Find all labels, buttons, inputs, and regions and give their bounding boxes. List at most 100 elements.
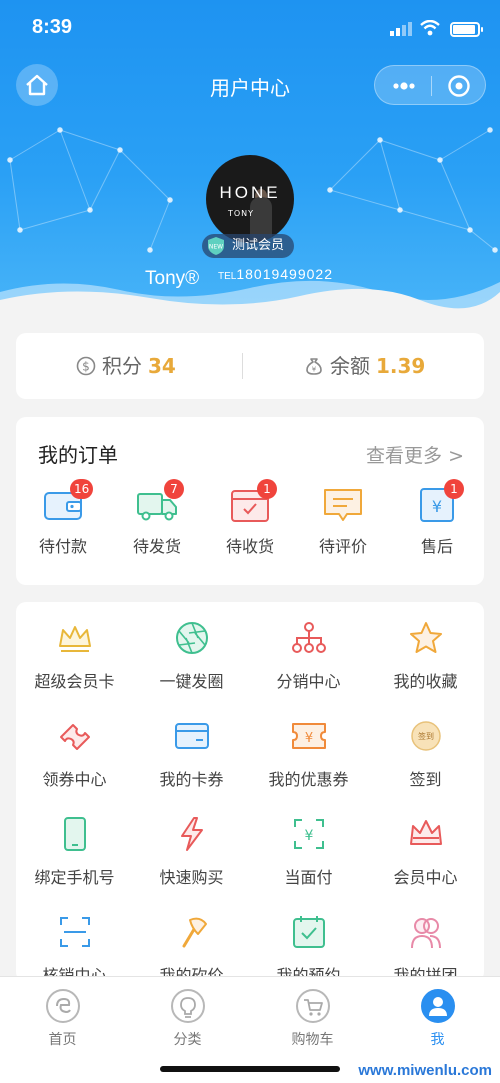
avatar[interactable]: HONE TONY [206, 155, 294, 243]
svg-text:¥: ¥ [312, 366, 317, 374]
checkin-icon: 签到 [410, 721, 441, 751]
order-pending-shipment[interactable]: 7 待发货 [112, 479, 202, 557]
coupon-yen-icon: ¥ [291, 723, 326, 749]
home-icon [45, 989, 80, 1023]
battery-icon [450, 22, 483, 37]
home-button[interactable] [16, 64, 58, 106]
feature-label: 我的卡券 [159, 770, 224, 789]
calendar-check-icon [292, 916, 325, 948]
wifi-icon [420, 20, 440, 36]
avatar-brand-text: HONE [219, 183, 281, 202]
home-indicator [160, 1066, 340, 1072]
order-count-badge: 16 [70, 479, 94, 499]
more-options-icon[interactable] [389, 74, 419, 98]
status-bar: 8:39 [0, 14, 500, 48]
feature-label: 一键发圈 [159, 672, 224, 691]
mini-program-capsule [374, 65, 486, 105]
feature-label: 绑定手机号 [34, 868, 115, 887]
balance-value: 1.39 [376, 354, 426, 378]
feature-member-center[interactable]: 会员中心 [367, 816, 484, 888]
site-watermark: www.miwenlu.com [358, 1062, 492, 1079]
tab-category[interactable]: 分类 [125, 989, 250, 1049]
order-status-label: 售后 [420, 537, 453, 556]
balance-label: 余额 [330, 354, 370, 378]
feature-label: 我的优惠券 [268, 770, 349, 789]
order-status-label: 待发货 [132, 537, 181, 556]
capsule-divider [431, 76, 432, 96]
svg-text:¥: ¥ [432, 497, 442, 516]
lightning-icon [180, 817, 203, 851]
scan-pay-icon: ¥ [293, 819, 324, 849]
status-time: 8:39 [32, 16, 73, 38]
avatar-sub-text: TONY [228, 209, 255, 218]
svg-text:¥: ¥ [304, 731, 312, 746]
group-icon [410, 918, 441, 949]
orders-title: 我的订单 [38, 443, 118, 467]
tab-home[interactable]: 首页 [0, 989, 125, 1049]
feature-coupon-center[interactable]: 领券中心 [16, 718, 133, 790]
aperture-icon [175, 622, 208, 654]
svg-text:$: $ [82, 360, 90, 374]
balance-entry[interactable]: ¥ 余额 1.39 [304, 353, 425, 379]
my-orders-card: 我的订单 查看更多 > 16 待付款 7 待发货 1 待收货 待评价 ¥ 1 售… [16, 417, 484, 585]
points-label: 积分 [102, 354, 142, 378]
feature-label: 领券中心 [42, 770, 107, 789]
feature-check-in[interactable]: 签到 签到 [367, 718, 484, 790]
tab-me[interactable]: 我 [375, 989, 500, 1049]
feature-label: 快速购买 [159, 868, 224, 887]
feature-quick-buy[interactable]: 快速购买 [133, 816, 250, 888]
tab-label: 购物车 [291, 1032, 334, 1048]
feature-distribution-center[interactable]: 分销中心 [250, 620, 367, 692]
feature-super-member-card[interactable]: 超级会员卡 [16, 620, 133, 692]
money-bag-icon: ¥ [306, 358, 322, 375]
tab-label: 分类 [173, 1032, 202, 1048]
profile-header: 8:39 用户中心 HONE TONY NEW 测试会员 Tony® TEL18… [0, 0, 500, 315]
cellular-signal-icon [390, 22, 412, 36]
feature-label: 我的收藏 [393, 672, 458, 691]
axe-icon [182, 917, 207, 948]
feature-one-click-share[interactable]: 一键发圈 [133, 620, 250, 692]
feature-bind-phone[interactable]: 绑定手机号 [16, 816, 133, 888]
feature-my-cards[interactable]: 我的卡券 [133, 718, 250, 790]
tab-cart[interactable]: 购物车 [250, 989, 375, 1049]
tab-label: 首页 [48, 1032, 77, 1048]
order-status-label: 待评价 [318, 537, 367, 556]
page-title: 用户中心 [210, 76, 290, 100]
points-balance-card: $ 积分 34 ¥ 余额 1.39 [16, 333, 484, 399]
order-count-badge: 1 [257, 479, 277, 499]
view-more-orders-link[interactable]: 查看更多 > [366, 441, 464, 468]
close-mini-program-icon[interactable] [447, 74, 471, 98]
new-shield-icon: NEW [208, 237, 224, 255]
feature-my-favorites[interactable]: 我的收藏 [367, 620, 484, 692]
comment-icon [324, 489, 362, 521]
wave-decoration [0, 280, 500, 315]
ticket-icon [59, 724, 90, 750]
points-entry[interactable]: $ 积分 34 [76, 353, 176, 379]
feature-face-to-face-pay[interactable]: ¥ 当面付 [250, 816, 367, 888]
feature-label: 签到 [409, 770, 442, 789]
feature-my-coupons[interactable]: ¥ 我的优惠券 [250, 718, 367, 790]
order-count-badge: 1 [444, 479, 464, 499]
tab-label: 我 [430, 1032, 445, 1048]
crown-icon [58, 626, 91, 652]
feature-label: 分销中心 [276, 672, 341, 691]
order-pending-payment[interactable]: 16 待付款 [18, 479, 108, 557]
scan-icon [59, 917, 90, 947]
feature-label: 会员中心 [393, 868, 458, 887]
svg-text:¥: ¥ [304, 828, 313, 844]
member-badge: NEW 测试会员 [202, 234, 295, 258]
crown-outline-icon [409, 820, 442, 845]
order-status-label: 待付款 [38, 537, 87, 556]
order-status-label: 待收货 [225, 537, 274, 556]
order-after-sales[interactable]: ¥ 1 售后 [392, 479, 482, 557]
checkin-icon-text: 签到 [418, 731, 434, 741]
points-value: 34 [148, 354, 176, 378]
points-divider [242, 353, 243, 379]
order-pending-review[interactable]: 待评价 [298, 485, 388, 557]
star-icon [409, 622, 442, 653]
points-coin-icon: $ [76, 356, 96, 376]
phone-icon [63, 817, 86, 851]
cart-icon [295, 989, 330, 1023]
bulb-icon [170, 989, 205, 1023]
order-pending-receipt[interactable]: 1 待收货 [205, 479, 295, 557]
